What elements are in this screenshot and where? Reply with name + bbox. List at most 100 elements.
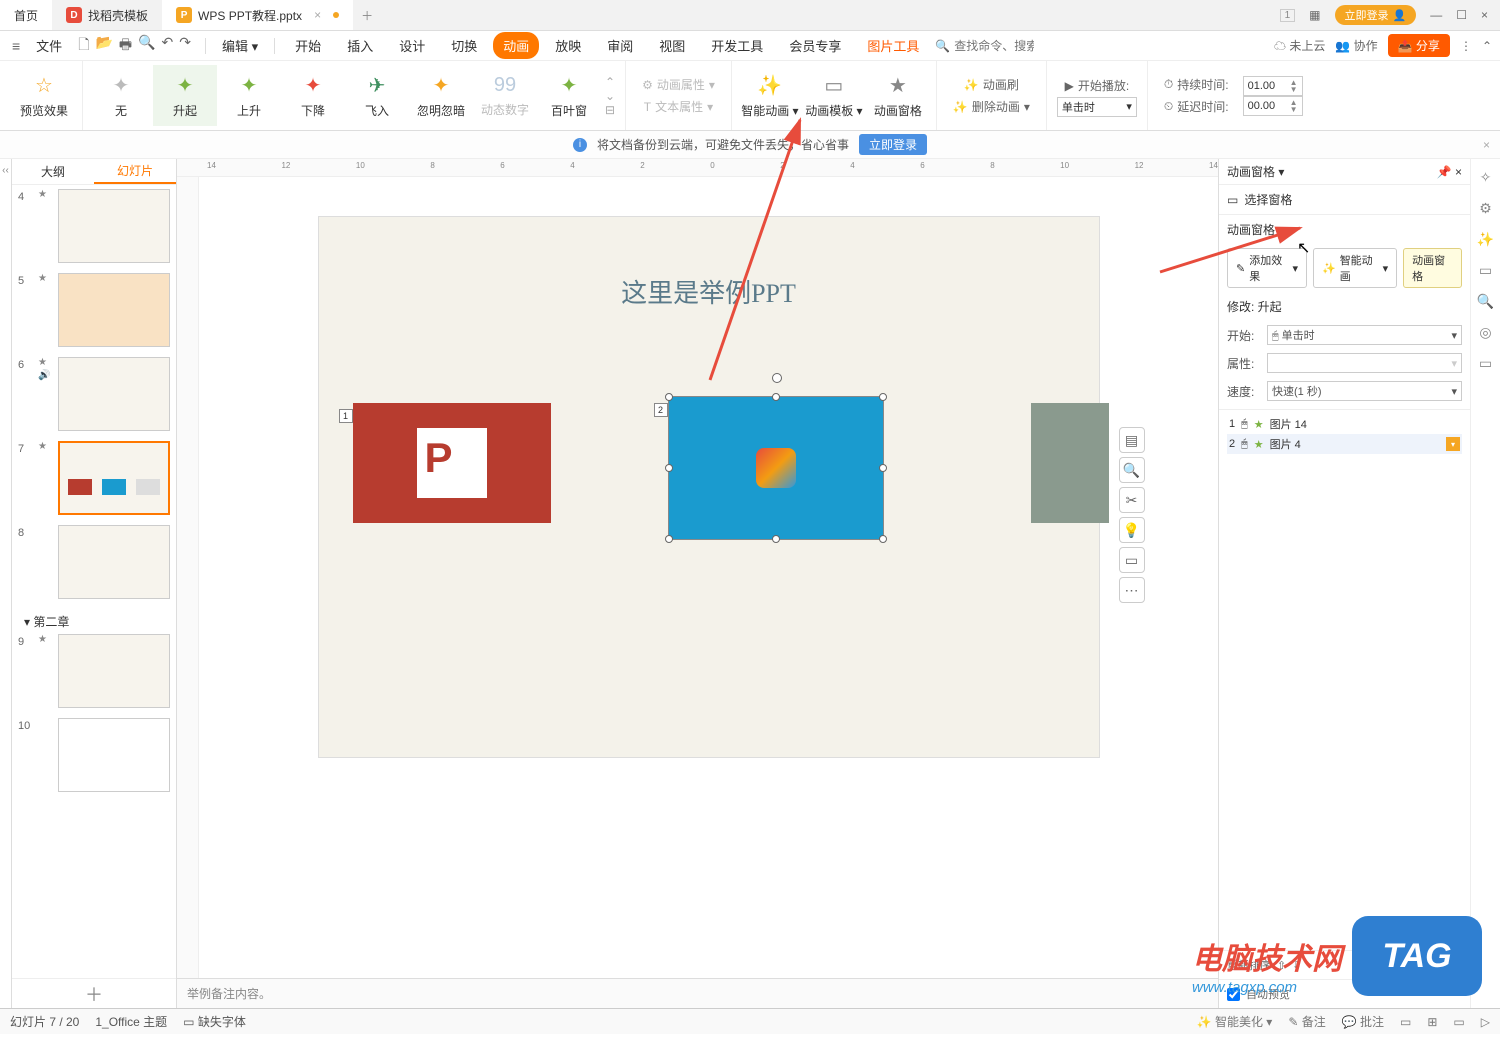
open-icon[interactable]: 📂 [95,34,112,58]
undo-icon[interactable]: ↶ [162,34,174,58]
notes-bar[interactable]: 举例备注内容。 [177,978,1218,1008]
side-icon-5[interactable]: 🔍 [1477,293,1494,310]
slide-title[interactable]: 这里是举例PPT [319,273,1099,310]
delete-anim-button[interactable]: ✨ 删除动画 ▾ [947,96,1036,118]
resize-handle[interactable] [772,535,780,543]
resize-handle[interactable] [772,393,780,401]
more-icon[interactable]: ⋮ [1460,39,1472,53]
redo-icon[interactable]: ↷ [179,34,191,58]
edit-menu[interactable]: 编辑 ▾ [216,34,264,57]
resize-handle[interactable] [665,393,673,401]
menu-devtools[interactable]: 开发工具 [701,32,773,59]
add-tab-button[interactable]: ＋ [353,0,381,30]
side-icon-3[interactable]: ✨ [1477,231,1494,248]
print-icon[interactable]: 🖶 [119,34,132,58]
menu-member[interactable]: 会员专享 [779,32,851,59]
side-icon-2[interactable]: ⚙ [1479,200,1492,217]
zoom-icon[interactable]: 🔍 [1119,457,1145,483]
notes-button[interactable]: ✎ 备注 [1288,1013,1325,1030]
preview-effect-button[interactable]: ☆ 预览效果 [12,65,76,126]
smart-anim-button[interactable]: ✨ 智能动画 ▾ [1313,248,1397,288]
menu-transition[interactable]: 切换 [441,32,487,59]
search-box[interactable]: 🔍 [935,39,1034,53]
effect-rise[interactable]: ✦升起 [153,65,217,126]
cloud-status[interactable]: ☁ 未上云 [1274,37,1325,54]
new-icon[interactable]: 🗋 [78,34,89,58]
slide-thumb-4[interactable] [58,189,170,263]
notice-close-icon[interactable]: × [1483,138,1490,152]
effect-none[interactable]: ✦无 [89,65,153,126]
add-slide-button[interactable]: ＋ [12,978,176,1008]
view-normal-icon[interactable]: ▭ [1400,1015,1411,1029]
menu-review[interactable]: 审阅 [597,32,643,59]
section-header[interactable]: ▾ 第二章 [18,609,170,634]
resize-handle[interactable] [879,464,887,472]
missing-font[interactable]: ▭ 缺失字体 [183,1013,246,1030]
tab-outline[interactable]: 大纲 [12,159,94,184]
share-button[interactable]: 📤 分享 [1388,34,1450,57]
tab-home[interactable]: 首页 [0,0,52,30]
anim-brush-button[interactable]: ✨ 动画刷 [947,74,1036,96]
tab-slides[interactable]: 幻灯片 [94,159,176,184]
side-icon-4[interactable]: ▭ [1479,262,1492,279]
notice-login-button[interactable]: 立即登录 [859,134,927,155]
window-badge[interactable]: 1 [1280,9,1296,22]
pane-close-icon[interactable]: × [1455,165,1462,179]
duration-input[interactable]: 01.00▲▼ [1243,76,1303,96]
search-input[interactable] [954,39,1034,53]
slide-canvas[interactable]: 这里是举例PPT 1 2 [199,177,1218,978]
format-icon[interactable]: ▭ [1119,547,1145,573]
effect-list[interactable]: 1 🖱 ★ 图片 14 2 🖱 ★ 图片 4 ▾ [1219,409,1470,950]
menu-slideshow[interactable]: 放映 [545,32,591,59]
slide-image-2-selected[interactable] [669,397,883,539]
side-icon-1[interactable]: ✧ [1480,169,1492,186]
hamburger-icon[interactable]: ≡ [8,38,24,54]
effect-flicker[interactable]: ✦忽明忽暗 [409,65,473,126]
tab-document[interactable]: P WPS PPT教程.pptx × [162,0,353,30]
view-sorter-icon[interactable]: ⊞ [1427,1015,1437,1029]
anim-tag-1[interactable]: 1 [339,409,353,423]
view-reading-icon[interactable]: ▭ [1453,1015,1464,1029]
effect-dropdown-icon[interactable]: ▾ [1446,437,1460,451]
delay-input[interactable]: 00.00▲▼ [1243,96,1303,116]
slide-thumb-5[interactable] [58,273,170,347]
slide-image-3[interactable] [1031,403,1109,523]
add-effect-button[interactable]: ✎ 添加效果 ▾ [1227,248,1307,288]
window-maximize-icon[interactable]: ☐ [1456,8,1467,22]
side-icon-7[interactable]: ▭ [1479,355,1492,372]
slide-thumb-7[interactable] [58,441,170,515]
collapse-panel-icon[interactable]: ‹‹ [0,159,12,1008]
resize-handle[interactable] [879,535,887,543]
tab-close-icon[interactable]: × [314,8,321,22]
more-icon[interactable]: ⋯ [1119,577,1145,603]
text-props-button[interactable]: T 文本属性 ▾ [636,96,721,118]
gallery-down-icon[interactable]: ⌄ [605,89,615,103]
menu-view[interactable]: 视图 [649,32,695,59]
crop-icon[interactable]: ✂ [1119,487,1145,513]
menu-animation[interactable]: 动画 [493,32,539,59]
resize-handle[interactable] [665,464,673,472]
resize-handle[interactable] [879,393,887,401]
idea-icon[interactable]: 💡 [1119,517,1145,543]
effect-descend[interactable]: ✦下降 [281,65,345,126]
apps-icon[interactable]: ▦ [1309,8,1320,22]
speed-select[interactable]: 快速(1 秒)▾ [1267,381,1462,401]
resize-handle[interactable] [665,535,673,543]
view-slideshow-icon[interactable]: ▷ [1481,1015,1490,1029]
effect-dynamic-number[interactable]: 99动态数字 [473,65,537,126]
gallery-more-icon[interactable]: ⊟ [605,103,615,117]
tab-template[interactable]: D 找稻壳模板 [52,0,162,30]
menu-insert[interactable]: 插入 [337,32,383,59]
menu-picture-tools[interactable]: 图片工具 [857,32,929,59]
collapse-ribbon-icon[interactable]: ⌃ [1482,39,1492,53]
window-close-icon[interactable]: × [1481,8,1488,22]
menu-start[interactable]: 开始 [285,32,331,59]
slide-thumb-8[interactable] [58,525,170,599]
anim-props-button[interactable]: ⚙ 动画属性 ▾ [636,74,721,96]
preview-icon[interactable]: 🔍 [138,34,155,58]
login-button[interactable]: 立即登录 👤 [1335,5,1417,25]
effect-flyin[interactable]: ✈飞入 [345,65,409,126]
menu-design[interactable]: 设计 [389,32,435,59]
thumbnail-list[interactable]: 4★ 5★ 6★🔊 7★ 8 ▾ 第二章 9★ 10 [12,185,176,978]
side-icon-6[interactable]: ◎ [1479,324,1491,341]
